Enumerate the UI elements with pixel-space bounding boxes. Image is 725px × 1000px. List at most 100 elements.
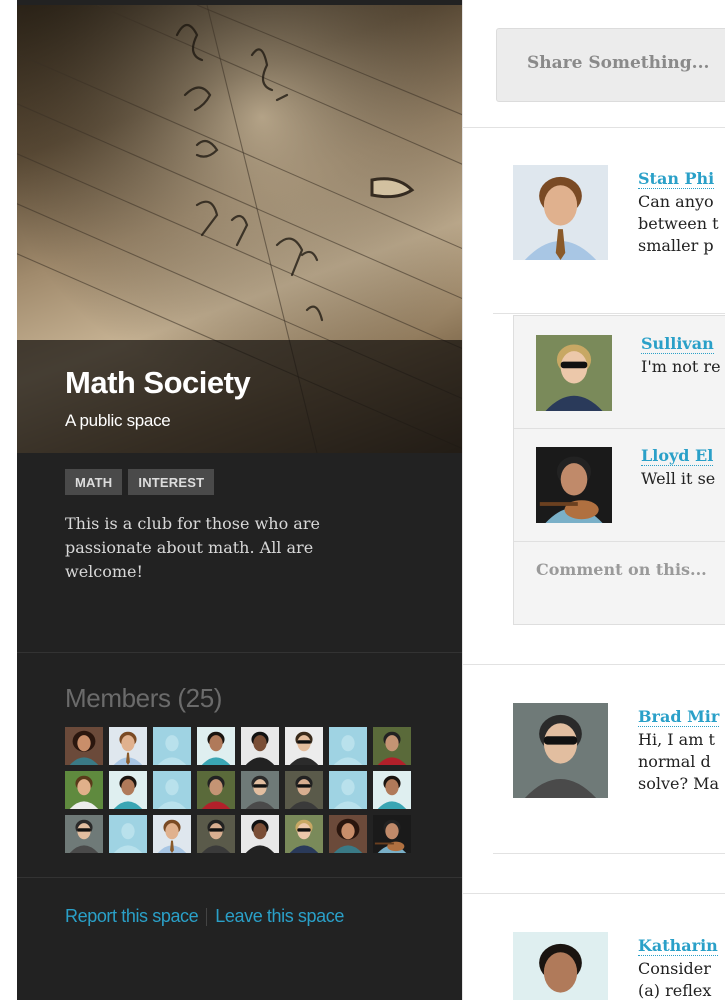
post-line: solve? Ma <box>638 774 720 793</box>
member-avatar[interactable] <box>109 815 147 853</box>
members-grid <box>65 727 411 853</box>
tag-math[interactable]: MATH <box>65 469 123 495</box>
space-title: Math Society <box>65 365 251 400</box>
man-blond-icon <box>536 335 612 411</box>
tag-interest[interactable]: INTEREST <box>128 469 215 495</box>
member-avatar[interactable] <box>109 771 147 809</box>
man-beard-icon <box>65 771 103 809</box>
member-avatar[interactable] <box>65 815 103 853</box>
guitarist-icon <box>373 815 411 853</box>
post-line: between t <box>638 214 719 233</box>
woman-dark-icon <box>241 815 279 853</box>
post-line: Can anyo <box>638 192 714 211</box>
man-sunglasses-icon <box>513 703 608 798</box>
member-avatar[interactable] <box>285 727 323 765</box>
members-title[interactable]: Members (25) <box>65 683 222 714</box>
member-avatar[interactable] <box>109 727 147 765</box>
member-avatar[interactable] <box>197 771 235 809</box>
comment-divider <box>514 428 725 429</box>
member-avatar[interactable] <box>241 727 279 765</box>
comment-divider <box>514 541 725 542</box>
description-line: This is a club for those who are <box>65 514 320 533</box>
member-avatar[interactable] <box>329 771 367 809</box>
placeholder-icon <box>329 771 367 809</box>
description-line: passionate about math. All are <box>65 538 314 557</box>
placeholder-icon <box>153 771 191 809</box>
member-avatar[interactable] <box>153 771 191 809</box>
post-text: Consider (a) reflex <box>638 958 711 1000</box>
woman-curly-icon <box>65 727 103 765</box>
post-line: (a) reflex <box>638 981 712 1000</box>
member-avatar[interactable] <box>241 815 279 853</box>
man-sunglasses-icon <box>241 771 279 809</box>
space-subtitle: A public space <box>65 411 171 430</box>
avatar[interactable] <box>513 703 608 798</box>
link-separator <box>206 908 208 927</box>
guitarist-icon <box>536 447 612 523</box>
woman-smile-icon <box>373 771 411 809</box>
feed-divider <box>463 893 725 894</box>
placeholder-icon <box>153 727 191 765</box>
woman-smile-icon <box>513 932 608 1000</box>
post-divider <box>493 313 725 314</box>
post-divider <box>493 853 725 854</box>
avatar[interactable] <box>536 447 612 523</box>
member-avatar[interactable] <box>241 771 279 809</box>
member-avatar[interactable] <box>373 771 411 809</box>
football-player-icon <box>197 771 235 809</box>
post-line: Hi, I am t <box>638 730 715 749</box>
section-divider <box>17 877 462 878</box>
avatar[interactable] <box>536 335 612 411</box>
comment-author[interactable]: Lloyd El <box>641 446 714 466</box>
space-actions: Report this space Leave this space <box>65 906 344 927</box>
post-line: Consider <box>638 959 711 978</box>
man-suit-icon <box>153 815 191 853</box>
member-avatar[interactable] <box>373 727 411 765</box>
share-input[interactable]: Share Something... <box>496 28 725 102</box>
woman-dark-icon <box>241 727 279 765</box>
placeholder-icon <box>109 815 147 853</box>
member-avatar[interactable] <box>329 727 367 765</box>
woman-curly-icon <box>329 815 367 853</box>
member-avatar[interactable] <box>153 727 191 765</box>
man-blond-icon <box>285 815 323 853</box>
woman-smile-icon <box>109 771 147 809</box>
tag-list: MATH INTEREST <box>65 469 215 495</box>
leave-space-link[interactable]: Leave this space <box>215 906 344 926</box>
member-avatar[interactable] <box>197 815 235 853</box>
post-author[interactable]: Katharin <box>638 936 718 956</box>
football-player-icon <box>373 727 411 765</box>
post-author[interactable]: Stan Phi <box>638 169 715 189</box>
share-placeholder: Share Something... <box>527 53 710 73</box>
description-line: welcome! <box>65 562 143 581</box>
feed-divider <box>463 664 725 665</box>
member-avatar[interactable] <box>197 727 235 765</box>
member-avatar[interactable] <box>373 815 411 853</box>
avatar[interactable] <box>513 932 608 1000</box>
report-space-link[interactable]: Report this space <box>65 906 199 926</box>
avatar[interactable] <box>513 165 608 260</box>
section-divider <box>17 652 462 653</box>
member-avatar[interactable] <box>329 815 367 853</box>
woman-smile-icon <box>197 727 235 765</box>
comment-text: Well it se <box>641 469 716 488</box>
member-avatar[interactable] <box>285 815 323 853</box>
man-sunglasses-icon <box>65 815 103 853</box>
member-avatar[interactable] <box>285 771 323 809</box>
comment-thread: Sullivan I'm not re Lloyd El Well it se … <box>513 315 725 625</box>
man-tattoo-icon <box>197 815 235 853</box>
post-author[interactable]: Brad Mir <box>638 707 720 727</box>
space-description: This is a club for those who are passion… <box>65 512 385 584</box>
member-avatar[interactable] <box>65 727 103 765</box>
placeholder-icon <box>329 727 367 765</box>
page-margin <box>0 0 17 1000</box>
member-avatar[interactable] <box>153 815 191 853</box>
member-avatar[interactable] <box>65 771 103 809</box>
man-tattoo-icon <box>285 771 323 809</box>
comment-author[interactable]: Sullivan <box>641 334 714 354</box>
post-line: smaller p <box>638 236 714 255</box>
man-suit-icon <box>513 165 608 260</box>
post-text: Hi, I am t normal d solve? Ma <box>638 729 719 795</box>
comment-input[interactable]: Comment on this... <box>536 560 707 579</box>
man-glasses-icon <box>285 727 323 765</box>
